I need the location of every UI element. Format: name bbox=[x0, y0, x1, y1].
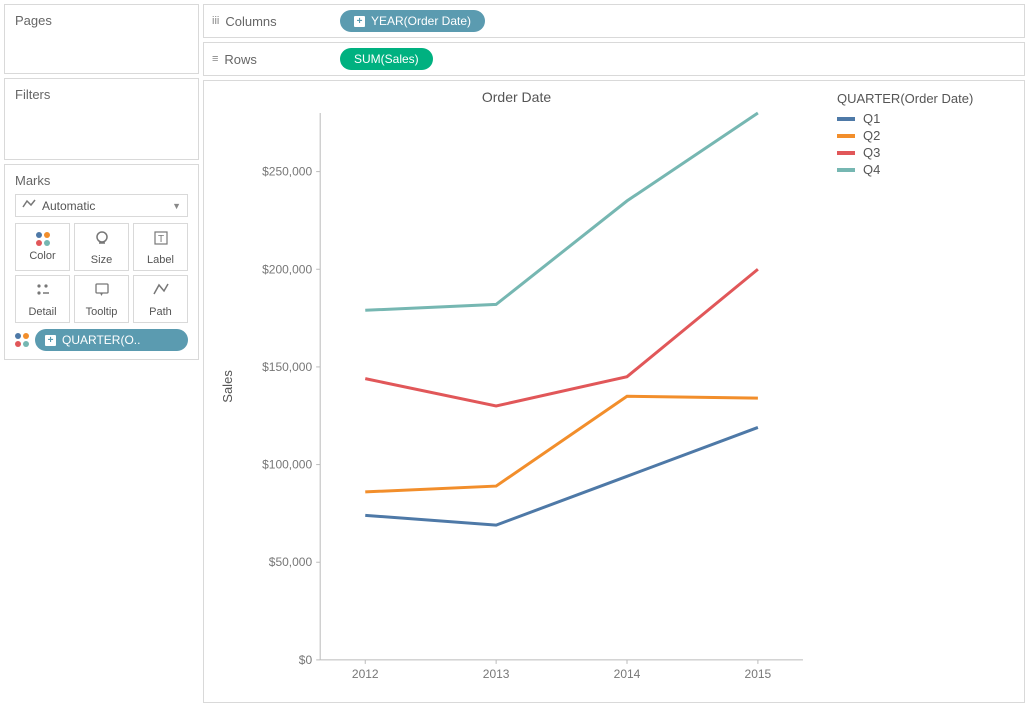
legend-item-label: Q2 bbox=[863, 128, 880, 143]
legend-item-label: Q3 bbox=[863, 145, 880, 160]
size-button[interactable]: Size bbox=[74, 223, 129, 271]
color-legend[interactable]: QUARTER(Order Date) Q1 Q2 Q3 Q4 bbox=[829, 87, 1024, 702]
detail-icon bbox=[34, 281, 52, 302]
rows-pill-label: SUM(Sales) bbox=[354, 52, 419, 66]
columns-icon: iii bbox=[212, 15, 219, 27]
x-tick-label: 2014 bbox=[614, 667, 641, 681]
color-button[interactable]: Color bbox=[15, 223, 70, 271]
size-label: Size bbox=[91, 254, 112, 266]
legend-item[interactable]: Q3 bbox=[837, 144, 1016, 161]
line-icon bbox=[22, 198, 36, 213]
y-tick-label: $0 bbox=[299, 653, 313, 667]
legend-item-label: Q1 bbox=[863, 111, 880, 126]
path-icon bbox=[152, 281, 170, 302]
rows-icon: ≡ bbox=[212, 53, 218, 65]
plus-icon: + bbox=[354, 16, 365, 27]
y-tick-label: $200,000 bbox=[262, 262, 312, 276]
series-line[interactable] bbox=[365, 269, 758, 406]
tooltip-label: Tooltip bbox=[86, 306, 118, 318]
quarter-color-pill[interactable]: + QUARTER(O.. bbox=[35, 329, 188, 351]
x-tick-label: 2015 bbox=[745, 667, 772, 681]
viz-area: Order Date $0 $50,000 $100,000 $150,000 $200… bbox=[203, 80, 1025, 703]
legend-item-label: Q4 bbox=[863, 162, 880, 177]
mark-type-label: Automatic bbox=[42, 199, 95, 213]
legend-swatch bbox=[837, 151, 855, 155]
tooltip-button[interactable]: Tooltip bbox=[74, 275, 129, 323]
path-button[interactable]: Path bbox=[133, 275, 188, 323]
y-axis-label: Sales bbox=[220, 370, 235, 403]
y-tick-label: $150,000 bbox=[262, 360, 312, 374]
x-tick-label: 2012 bbox=[352, 667, 379, 681]
rows-label: Rows bbox=[224, 52, 257, 67]
legend-item[interactable]: Q1 bbox=[837, 110, 1016, 127]
path-label: Path bbox=[149, 306, 172, 318]
series-line[interactable] bbox=[365, 113, 758, 310]
label-label: Label bbox=[147, 254, 174, 266]
detail-button[interactable]: Detail bbox=[15, 275, 70, 323]
detail-label: Detail bbox=[28, 306, 56, 318]
mark-type-select[interactable]: Automatic ▼ bbox=[15, 194, 188, 217]
plus-icon: + bbox=[45, 335, 56, 346]
columns-shelf[interactable]: iii Columns + YEAR(Order Date) bbox=[203, 4, 1025, 38]
quarter-pill-label: QUARTER(O.. bbox=[62, 333, 140, 347]
legend-item[interactable]: Q2 bbox=[837, 127, 1016, 144]
line-chart[interactable]: $0 $50,000 $100,000 $150,000 $200,000 $250,00… bbox=[210, 107, 823, 696]
columns-pill-year[interactable]: + YEAR(Order Date) bbox=[340, 10, 485, 32]
legend-title: QUARTER(Order Date) bbox=[837, 91, 1016, 106]
columns-label: Columns bbox=[225, 14, 276, 29]
pages-shelf[interactable]: Pages bbox=[4, 4, 199, 74]
color-label: Color bbox=[29, 250, 55, 262]
marks-title: Marks bbox=[15, 173, 188, 188]
y-tick-label: $50,000 bbox=[269, 555, 313, 569]
series-line[interactable] bbox=[365, 396, 758, 492]
color-icon bbox=[36, 232, 50, 246]
chevron-down-icon: ▼ bbox=[172, 201, 181, 211]
y-tick-label: $100,000 bbox=[262, 458, 312, 472]
label-icon: T bbox=[152, 229, 170, 250]
legend-swatch bbox=[837, 168, 855, 172]
chart-title: Order Date bbox=[210, 89, 823, 105]
color-dots-icon bbox=[15, 333, 29, 347]
legend-swatch bbox=[837, 134, 855, 138]
rows-pill-sales[interactable]: SUM(Sales) bbox=[340, 48, 433, 70]
pages-title: Pages bbox=[15, 13, 188, 28]
columns-pill-label: YEAR(Order Date) bbox=[371, 14, 471, 28]
marks-card: Marks Automatic ▼ Color bbox=[4, 164, 199, 360]
filters-shelf[interactable]: Filters bbox=[4, 78, 199, 160]
label-button[interactable]: T Label bbox=[133, 223, 188, 271]
legend-swatch bbox=[837, 117, 855, 121]
tooltip-icon bbox=[93, 281, 111, 302]
x-tick-label: 2013 bbox=[483, 667, 510, 681]
legend-item[interactable]: Q4 bbox=[837, 161, 1016, 178]
filters-title: Filters bbox=[15, 87, 188, 102]
svg-text:T: T bbox=[157, 234, 163, 245]
size-icon bbox=[93, 229, 111, 250]
y-tick-label: $250,000 bbox=[262, 165, 312, 179]
rows-shelf[interactable]: ≡ Rows SUM(Sales) bbox=[203, 42, 1025, 76]
